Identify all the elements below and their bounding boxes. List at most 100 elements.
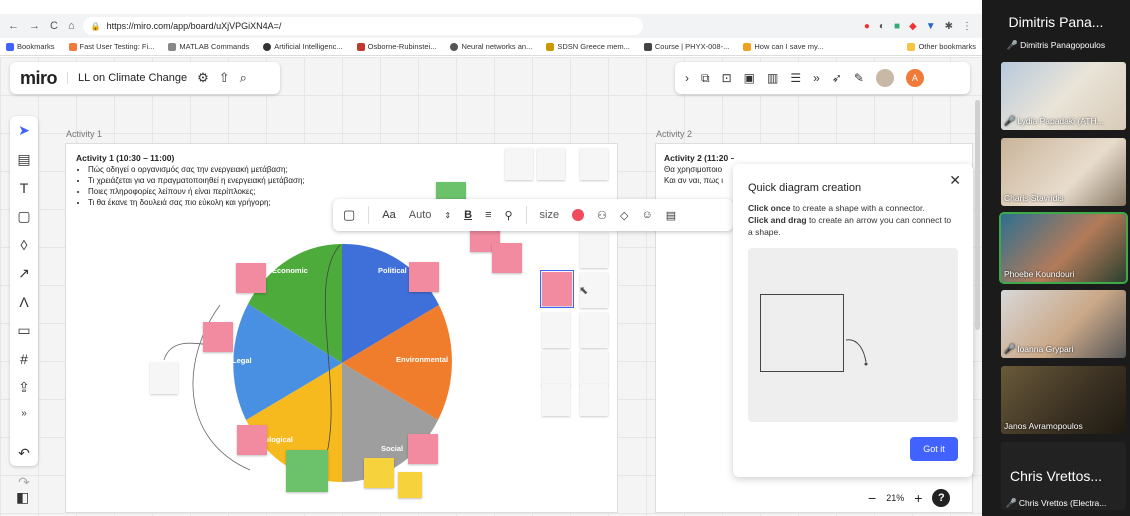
share-screen-icon[interactable]: ⧉	[701, 71, 710, 86]
sticky-note[interactable]	[237, 425, 267, 455]
template-note[interactable]	[505, 148, 533, 180]
search-icon[interactable]: ⌕	[240, 70, 247, 86]
scrollbar[interactable]	[975, 100, 980, 330]
bookmark-item[interactable]: Osborne-Rubinstei...	[356, 42, 436, 51]
comment-tool-icon[interactable]: ▭	[17, 322, 30, 339]
template-note[interactable]	[580, 148, 608, 180]
bookmark-item[interactable]: Bookmarks	[6, 42, 55, 51]
miro-logo[interactable]: miro	[20, 68, 58, 89]
notes-icon[interactable]: ☰	[790, 71, 801, 85]
sticky-note[interactable]	[364, 458, 394, 488]
template-note[interactable]	[542, 384, 570, 416]
color-swatch[interactable]	[572, 209, 585, 221]
reload-icon[interactable]: C	[50, 20, 58, 32]
extension-icon[interactable]: ●	[864, 21, 870, 32]
sticky-note[interactable]	[409, 262, 439, 292]
text-icon[interactable]: T	[20, 180, 29, 196]
shapes-icon[interactable]: ◊	[21, 237, 28, 253]
bookmark-item[interactable]: Other bookmarks	[907, 42, 976, 51]
participant-tile-active[interactable]: Phoebe Koundouri	[999, 212, 1128, 284]
home-icon[interactable]: ⌂	[68, 20, 75, 32]
bookmark-item[interactable]: Fast User Testing: Fi...	[68, 42, 154, 51]
extension-icon[interactable]: ◐	[879, 21, 885, 32]
sticky-note[interactable]	[236, 263, 266, 293]
template-note[interactable]	[580, 350, 608, 386]
template-note[interactable]	[537, 148, 565, 180]
template-note[interactable]	[580, 312, 608, 348]
templates-icon[interactable]: ▤	[17, 151, 30, 168]
pen-icon[interactable]: Λ	[19, 294, 28, 310]
upload-icon[interactable]: ⇧	[219, 70, 230, 86]
template-note[interactable]	[542, 312, 570, 348]
extension-icon[interactable]: ▼	[926, 21, 936, 32]
sticky-note-icon[interactable]: ▢	[17, 208, 30, 225]
more-tools-icon[interactable]: »	[21, 408, 27, 419]
bookmark-item[interactable]: Artificial Intelligenc...	[263, 42, 343, 51]
board-name[interactable]: LL on Climate Change	[67, 72, 187, 84]
celebrate-icon[interactable]: ✎	[854, 71, 864, 85]
sticky-note[interactable]	[398, 472, 422, 498]
sticky-note[interactable]	[408, 434, 438, 464]
font-size-select[interactable]: Auto	[409, 209, 432, 221]
card-icon[interactable]: ▤	[666, 209, 676, 222]
bookmark-item[interactable]: Course | PHYX-008-...	[643, 42, 729, 51]
close-icon[interactable]: ✕	[949, 172, 961, 189]
menu-icon[interactable]: ⋮	[962, 21, 972, 32]
sticky-note[interactable]	[203, 322, 233, 352]
activity-1-text[interactable]: Activity 1 (10:30 – 11:00) Πώς οδηγεί ο …	[76, 153, 376, 208]
participant-tile[interactable]: Charis Stavridis	[1001, 138, 1126, 206]
assign-user-icon[interactable]: ⚇	[597, 209, 607, 222]
more-icon[interactable]: »	[813, 71, 820, 85]
focus-icon[interactable]: ⊡	[722, 71, 732, 85]
participant-tile[interactable]: 🎤 Lydia Papadaki (ATH...	[1001, 62, 1126, 130]
user-avatar[interactable]: A	[905, 69, 924, 87]
back-icon[interactable]: ←	[8, 20, 19, 32]
tag-icon[interactable]: ◇	[620, 209, 628, 222]
selected-sticky-note[interactable]	[540, 270, 574, 308]
undo-icon[interactable]: ↶	[18, 445, 30, 462]
link-icon[interactable]: ⚲	[504, 209, 512, 222]
activity-2-text[interactable]: Activity 2 (11:20 – 11:50) Θα χρησιμοποι…	[664, 153, 734, 186]
extension-icon[interactable]: ◆	[909, 21, 917, 32]
connector-icon[interactable]: ↗	[18, 265, 30, 282]
bookmark-item[interactable]: MATLAB Commands	[168, 42, 249, 51]
upload-tool-icon[interactable]: ⇪	[18, 379, 30, 396]
size-button[interactable]: size	[540, 209, 560, 221]
zoom-out-button[interactable]: −	[868, 490, 876, 506]
select-icon[interactable]: ➤	[18, 122, 30, 139]
zoom-level[interactable]: 21%	[886, 493, 904, 503]
bookmark-item[interactable]: Neural networks an...	[450, 42, 532, 51]
settings-icon[interactable]: ⚙	[197, 70, 209, 86]
participant-tile[interactable]: 🎤 Ioanna Grypari	[1001, 290, 1126, 358]
forward-icon[interactable]: →	[29, 20, 40, 32]
zoom-in-button[interactable]: +	[914, 490, 922, 506]
activity-2-frame-title[interactable]: Activity 2	[656, 129, 692, 139]
extension-icon[interactable]: ■	[894, 21, 900, 32]
comment-icon[interactable]: ▣	[744, 71, 755, 85]
emoji-icon[interactable]: ☺	[641, 209, 652, 221]
collaborator-avatar[interactable]	[875, 69, 894, 87]
bold-button[interactable]: B	[464, 209, 472, 221]
board-panel-icon[interactable]: ◧	[16, 489, 29, 506]
reactions-icon[interactable]: ➶	[832, 71, 842, 85]
bookmark-item[interactable]: SDSN Greece mem...	[546, 42, 630, 51]
template-note[interactable]	[580, 232, 608, 268]
help-button[interactable]: ?	[932, 489, 951, 507]
chevron-right-icon[interactable]: ›	[685, 71, 689, 85]
bookmark-item[interactable]: How can I save my...	[743, 42, 823, 51]
template-note[interactable]	[580, 384, 608, 416]
frame-icon[interactable]: #	[20, 351, 28, 367]
got-it-button[interactable]: Got it	[910, 437, 958, 461]
font-button[interactable]: Aa	[382, 209, 395, 221]
address-field[interactable]: 🔒 https://miro.com/app/board/uXjVPGiXN4A…	[82, 17, 643, 35]
star-icon[interactable]: ✱	[945, 21, 953, 32]
timer-icon[interactable]: ▥	[767, 71, 778, 85]
participant-tile[interactable]: Janos Avramopoulos	[1001, 366, 1126, 434]
sticky-note[interactable]	[492, 243, 522, 273]
template-note[interactable]	[542, 350, 570, 386]
stepper-icon[interactable]: ⇕	[444, 211, 451, 220]
sticky-note[interactable]	[286, 450, 328, 492]
activity-1-frame-title[interactable]: Activity 1	[66, 129, 102, 139]
align-icon[interactable]: ≡	[485, 209, 491, 221]
sticky-shape-icon[interactable]: ▢	[343, 207, 355, 223]
